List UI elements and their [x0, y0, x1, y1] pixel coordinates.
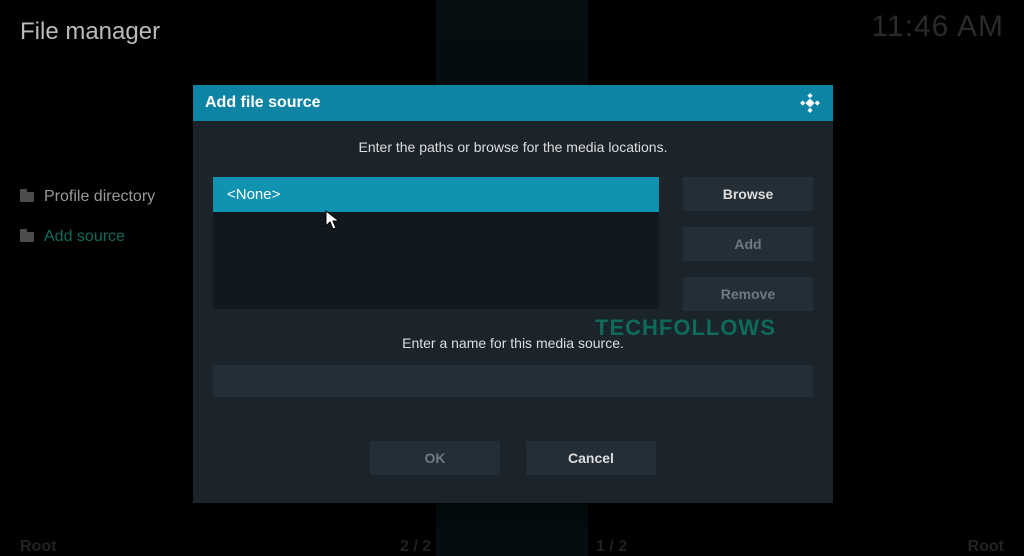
- dialog-title: Add file source: [205, 94, 321, 112]
- clock: 11:46 AM: [871, 10, 1004, 44]
- side-button-column: Browse Add Remove: [683, 177, 813, 311]
- sidebar-item-label: Add source: [44, 228, 125, 246]
- folder-icon: [20, 232, 34, 242]
- footer-count-right: 1 / 2: [596, 538, 627, 556]
- sidebar-item-label: Profile directory: [44, 188, 155, 206]
- folder-icon: [20, 192, 34, 202]
- footer-right-label: Root: [968, 538, 1004, 556]
- screen-title: File manager: [20, 18, 160, 46]
- dialog-body: Enter the paths or browse for the media …: [193, 121, 833, 503]
- path-row: <None> Browse Add Remove: [213, 177, 813, 311]
- path-list[interactable]: <None>: [213, 177, 659, 309]
- name-instruction: Enter a name for this media source.: [213, 335, 813, 351]
- add-file-source-dialog: Add file source Enter the paths or brows…: [193, 85, 833, 503]
- dialog-instruction: Enter the paths or browse for the media …: [213, 139, 813, 155]
- ok-button[interactable]: OK: [370, 441, 500, 475]
- dialog-header: Add file source: [193, 85, 833, 121]
- source-name-input[interactable]: [213, 365, 813, 397]
- footer-left-label: Root: [20, 538, 56, 556]
- remove-button[interactable]: Remove: [683, 277, 813, 311]
- footer-count-left: 2 / 2: [400, 538, 431, 556]
- path-entry-selected[interactable]: <None>: [213, 177, 659, 212]
- browse-button[interactable]: Browse: [683, 177, 813, 211]
- sidebar-item-profile-directory[interactable]: Profile directory: [20, 188, 155, 206]
- dialog-button-row: OK Cancel: [213, 441, 813, 475]
- add-button[interactable]: Add: [683, 227, 813, 261]
- kodi-logo-icon: [799, 92, 821, 114]
- sidebar-item-add-source[interactable]: Add source: [20, 228, 125, 246]
- cancel-button[interactable]: Cancel: [526, 441, 656, 475]
